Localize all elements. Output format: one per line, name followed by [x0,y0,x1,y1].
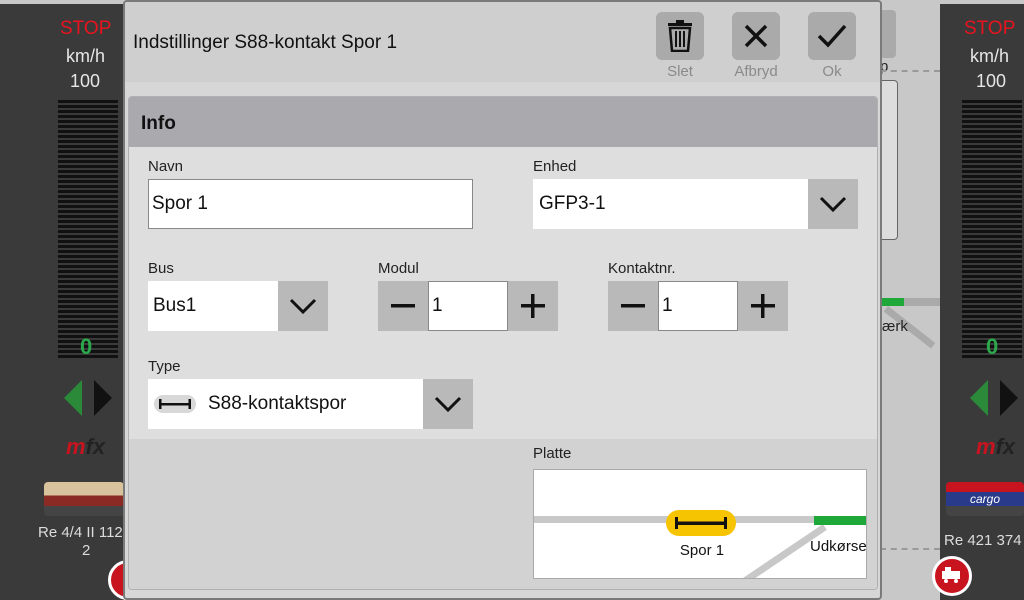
module-increment-button[interactable] [508,281,558,331]
delete-button[interactable] [656,12,704,60]
bg-tab [880,10,896,58]
name-input[interactable]: Spor 1 [148,179,473,229]
direction-left-icon[interactable] [64,380,82,416]
bg-track-gray [904,298,940,306]
bus-dropdown-button[interactable] [278,281,328,331]
speed-slider[interactable] [962,100,1022,358]
current-speed: 0 [80,334,93,359]
dialog-title: Indstillinger S88-kontakt Spor 1 [133,32,398,53]
settings-dialog: Indstillinger S88-kontakt Spor 1 Slet Af… [123,0,882,600]
loco-cargo-label: cargo [969,492,1001,506]
module-decrement-button[interactable] [378,281,428,331]
close-icon [744,24,768,48]
bus-select[interactable]: Bus1 [148,281,278,331]
dialog-header: Indstillinger S88-kontakt Spor 1 Slet Af… [125,2,880,82]
ok-button[interactable] [808,12,856,60]
type-value: S88-kontaktspor [208,393,347,414]
info-section-header: Info [129,97,877,147]
stop-label[interactable]: STOP [60,18,111,40]
loco-number: 2 [82,542,91,559]
chevron-down-icon [289,298,317,314]
bg-label-aerk: ærk [882,318,908,335]
direction-left-icon[interactable] [970,380,988,416]
cancel-label: Afbryd [734,63,778,80]
delete-label: Slet [667,63,693,80]
loco-image[interactable] [44,482,124,516]
direction-right-icon[interactable] [94,380,112,416]
bus-label: Bus [148,260,174,277]
direction-right-icon[interactable] [1000,380,1018,416]
contact-increment-button[interactable] [738,281,788,331]
chevron-down-icon [819,196,847,212]
info-section-title: Info [141,113,176,134]
stop-label[interactable]: STOP [964,18,1015,40]
plate-label: Platte [533,445,572,462]
mfx-logo-icon: mfx [66,434,106,459]
minus-icon [621,304,645,308]
track-preview[interactable]: Spor 1 Udkørse [533,469,867,579]
name-value: Spor 1 [152,193,208,214]
max-speed: 100 [70,71,101,91]
function-badge-icon[interactable] [932,556,972,596]
bus-value: Bus1 [153,295,197,316]
speed-unit: km/h [66,46,106,66]
bg-frame [880,80,898,240]
cancel-button[interactable] [732,12,780,60]
preview-exit-name: Udkørse [810,538,867,555]
preview-contact-track-icon [666,510,736,536]
checkmark-icon [817,24,847,48]
module-value: 1 [432,295,443,316]
device-select[interactable]: GFP3-1 [533,179,808,229]
speed-unit: km/h [970,46,1010,66]
type-select[interactable]: S88-kontaktspor [148,379,423,429]
device-value: GFP3-1 [539,193,606,214]
minus-icon [391,304,415,308]
module-input[interactable]: 1 [428,281,508,331]
type-label: Type [148,358,181,375]
ok-label: Ok [822,63,842,80]
mfx-logo-icon: mfx [976,434,1016,459]
chevron-down-icon [434,396,462,412]
s88-track-icon [154,395,196,413]
trash-icon [668,20,692,52]
left-loco-panel: STOP km/h 100 0 mfx Re 4/4 II 112 2 [0,4,148,600]
dialog-content: Info Navn Spor 1 Enhed GFP3-1 Bus Bus1 M… [128,96,878,590]
current-speed: 0 [986,334,999,359]
device-dropdown-button[interactable] [808,179,858,229]
loco-name: Re 4/4 II 112 [38,524,123,541]
contact-number-value: 1 [662,295,673,316]
contact-decrement-button[interactable] [608,281,658,331]
device-label: Enhed [533,158,577,175]
module-label: Modul [378,260,419,277]
loco-name: Re 421 374 [944,532,1022,549]
right-loco-panel: STOP km/h 100 0 mfx cargo Re 421 374 [932,4,1024,600]
preview-exit-track [814,516,866,525]
max-speed: 100 [976,71,1007,91]
name-label: Navn [148,158,184,175]
bg-track-green [882,298,904,306]
plus-icon [751,294,775,318]
loco-image[interactable]: cargo [946,482,1024,516]
type-dropdown-button[interactable] [423,379,473,429]
plus-icon [521,294,545,318]
preview-contact-name: Spor 1 [679,542,725,559]
contact-number-input[interactable]: 1 [658,281,738,331]
contact-number-label: Kontaktnr. [608,260,676,277]
speed-slider[interactable] [58,100,118,358]
